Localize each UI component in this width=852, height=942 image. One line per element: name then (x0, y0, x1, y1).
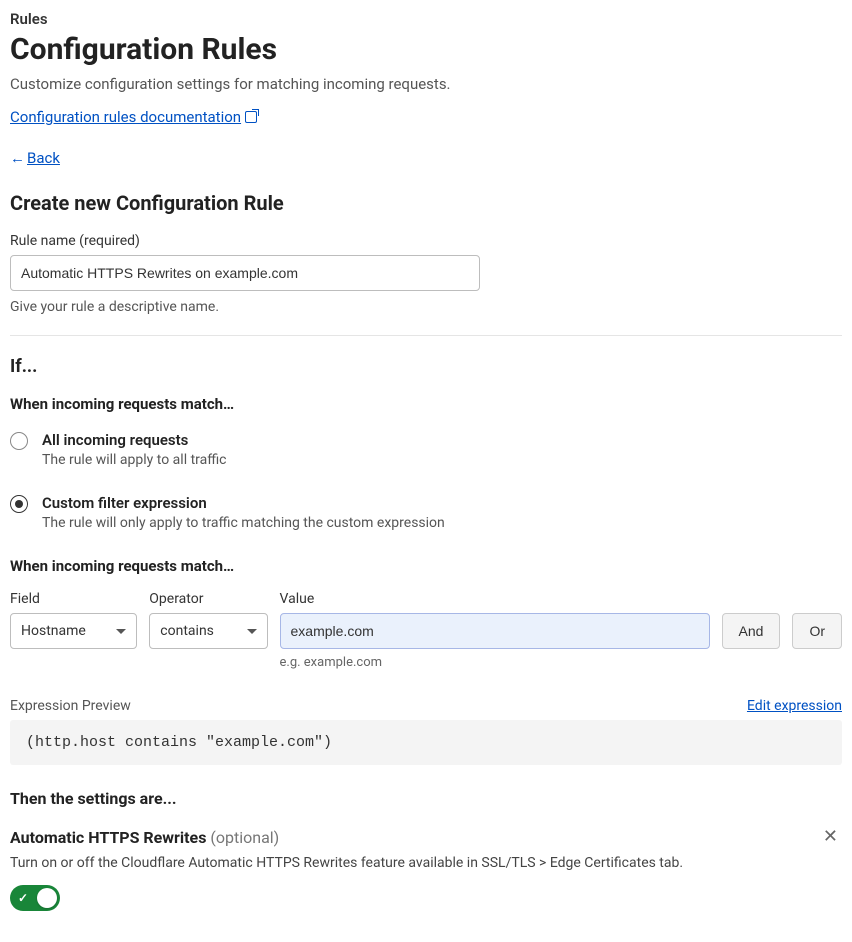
field-select-value: Hostname (21, 623, 86, 639)
chevron-down-icon (247, 629, 257, 634)
field-label: Field (10, 591, 137, 607)
rule-name-input[interactable] (10, 255, 480, 291)
radio-icon (10, 432, 28, 450)
chevron-down-icon (116, 629, 126, 634)
if-heading: If... (10, 356, 842, 377)
setting-desc: Turn on or off the Cloudflare Automatic … (10, 855, 683, 871)
page-title: Configuration Rules (10, 32, 842, 67)
close-icon: ✕ (823, 826, 838, 847)
or-button[interactable]: Or (792, 613, 842, 649)
and-button[interactable]: And (722, 613, 781, 649)
operator-label: Operator (149, 591, 267, 607)
value-input[interactable] (280, 613, 710, 649)
operator-select[interactable]: contains (149, 613, 267, 649)
docs-link[interactable]: Configuration rules documentation (10, 108, 257, 126)
https-rewrites-toggle[interactable]: ✓ (10, 885, 60, 911)
radio-all-incoming[interactable]: All incoming requests The rule will appl… (10, 431, 842, 468)
setting-title: Automatic HTTPS Rewrites (optional) (10, 828, 683, 847)
expression-preview-label: Expression Preview (10, 698, 131, 714)
radio-custom-title: Custom filter expression (42, 494, 445, 512)
setting-name: Automatic HTTPS Rewrites (10, 828, 206, 847)
page-subtitle: Customize configuration settings for mat… (10, 75, 842, 93)
back-link[interactable]: ←Back (10, 149, 60, 167)
edit-expression-link[interactable]: Edit expression (747, 698, 842, 714)
breadcrumb: Rules (10, 10, 842, 28)
value-hint: e.g. example.com (280, 655, 710, 670)
then-heading: Then the settings are... (10, 789, 842, 808)
setting-optional: (optional) (210, 828, 279, 847)
toggle-knob (37, 888, 57, 908)
radio-custom-filter[interactable]: Custom filter expression The rule will o… (10, 494, 842, 531)
value-label: Value (280, 591, 710, 607)
expression-preview-code: (http.host contains "example.com") (10, 720, 842, 765)
operator-select-value: contains (160, 623, 214, 639)
field-select[interactable]: Hostname (10, 613, 137, 649)
back-link-text: Back (27, 149, 60, 167)
arrow-left-icon: ← (10, 149, 25, 167)
radio-all-desc: The rule will apply to all traffic (42, 452, 227, 468)
external-link-icon (245, 111, 257, 123)
remove-setting-button[interactable]: ✕ (819, 828, 842, 846)
divider (10, 335, 842, 336)
rule-name-help: Give your rule a descriptive name. (10, 299, 842, 315)
radio-custom-desc: The rule will only apply to traffic matc… (42, 515, 445, 531)
radio-all-title: All incoming requests (42, 431, 227, 449)
rule-name-label: Rule name (required) (10, 233, 842, 249)
match-heading: When incoming requests match… (10, 395, 842, 413)
radio-icon (10, 495, 28, 513)
create-heading: Create new Configuration Rule (10, 191, 842, 215)
check-icon: ✓ (18, 891, 28, 905)
docs-link-text: Configuration rules documentation (10, 108, 241, 126)
match-heading-2: When incoming requests match… (10, 557, 842, 575)
